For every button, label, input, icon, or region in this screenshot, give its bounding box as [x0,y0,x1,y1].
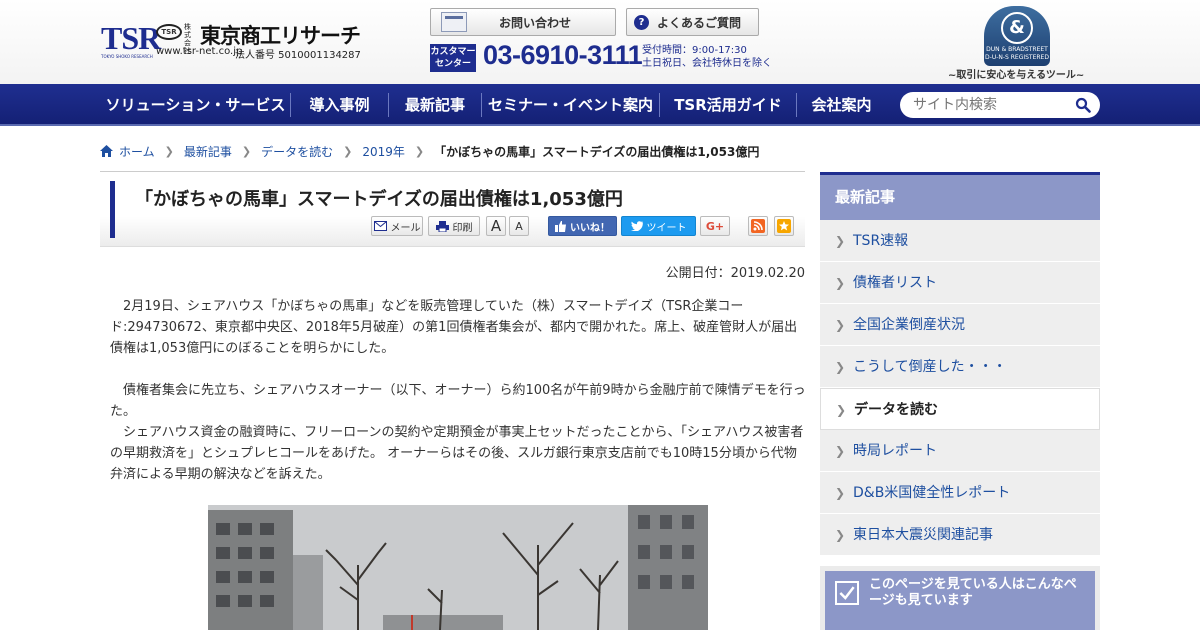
breadcrumb: ホーム ❯ 最新記事 ❯ データを読む ❯ 2019年 ❯ 「かぼちゃの馬車」ス… [100,143,759,159]
sidebar-item-data-reading[interactable]: ❯ データを読む [820,388,1100,430]
sidebar-item-label: こうして倒産した・・・ [853,359,1007,375]
title-accent-bar [110,181,115,238]
sidebar-item-bankruptcy-status[interactable]: ❯ 全国企業倒産状況 [820,304,1100,346]
sidebar-item-label: 債権者リスト [853,275,937,291]
article-paragraph: 2月19日、シェアハウス「かぼちゃの馬車」などを販売管理していた（株）スマートデ… [110,299,798,356]
mail-icon [373,221,387,231]
search-icon[interactable] [1075,97,1091,113]
printer-icon [435,220,449,232]
sidebar-item-label: D&B米国健全性レポート [853,485,1011,501]
nav-item-tsr-guide[interactable]: TSR活用ガイド [660,84,796,126]
sidebar-item-label: 全国企業倒産状況 [853,317,965,333]
sidebar-item-creditor-list[interactable]: ❯ 債権者リスト [820,262,1100,304]
breadcrumb-data-reading[interactable]: データを読む [261,143,333,160]
nav-item-company[interactable]: 会社案内 [797,84,886,126]
dnb-registered-badge[interactable]: & DUN & BRADSTREET D-U-N-S REGISTERED [984,6,1050,66]
chevron-right-icon: ❯ [835,234,846,248]
breadcrumb-year[interactable]: 2019年 [362,143,405,160]
sidebar-item-label: 時局レポート [853,443,937,459]
chevron-right-icon: ❯ [835,486,846,500]
sidebar-item-how-it-failed[interactable]: ❯ こうして倒産した・・・ [820,346,1100,388]
facebook-like-button[interactable]: いいね！ [548,216,617,236]
sidebar-heading: 最新記事 [820,172,1100,220]
contact-button[interactable]: お問い合わせ [430,8,616,36]
chevron-right-icon: ❯ [835,444,846,458]
checkbox-icon [835,581,859,605]
sidebar-item-tsr-bulletin[interactable]: ❯ TSR速報 [820,220,1100,262]
chevron-right-icon: ❯ [835,360,846,374]
breadcrumb-latest-articles[interactable]: 最新記事 [184,143,232,160]
site-header: TSR TOKYO SHOKO RESEARCH TSR 株式会社 東京商工リサ… [0,0,1200,84]
hours-line-1: 受付時間：9:00-17:30 [642,45,747,56]
sidebar-item-label: 東日本大震災関連記事 [853,527,993,543]
thumbs-up-icon [555,220,566,232]
chevron-right-icon: ❯ [835,528,846,542]
google-plus-button[interactable]: G+ [700,216,730,236]
rss-button[interactable] [748,216,768,236]
faq-button-label: よくあるご質問 [657,15,742,30]
tweet-button[interactable]: ツイート [621,216,696,236]
font-size-small-button[interactable]: A [509,216,529,236]
hours-line-2: 土日祝日、会社特休日を除く [642,58,772,69]
tsr-logo-subtitle: TOKYO SHOKO RESEARCH [101,54,153,59]
site-search-input[interactable] [900,92,1100,118]
tsr-logo[interactable]: TSR [101,22,161,54]
tweet-button-label: ツイート [646,222,687,234]
customer-center-badge: カスタマーセンター [430,44,476,72]
star-icon [777,219,791,233]
article-photo [208,505,708,630]
breadcrumb-home[interactable]: ホーム [119,143,155,160]
nav-item-case-studies[interactable]: 導入事例 [291,84,388,126]
article-title: 「かぼちゃの馬車」スマートデイズの届出債権は1,053億円 [135,189,623,210]
dnb-tagline: ~取引に安心を与えるツール~ [948,70,1085,81]
home-icon [100,145,113,157]
faq-button[interactable]: ? よくあるご質問 [626,8,759,36]
site-url: www.tsr-net.co.jp [156,46,243,57]
article-title-box: 「かぼちゃの馬車」スマートデイズの届出債権は1,053億円 メール 印刷 A A… [100,171,805,247]
sidebar-item-dnb-report[interactable]: ❯ D&B米国健全性レポート [820,472,1100,514]
related-pages-header: このページを見ている人はこんなページも見ています [825,571,1095,630]
chevron-right-icon: ❯ [835,318,846,332]
print-button-label: 印刷 [452,222,473,234]
chevron-right-icon: ❯ [164,144,174,158]
chevron-right-icon: ❯ [343,144,353,158]
article-paragraph: シェアハウス資金の融資時に、フリーローンの契約や定期預金が事実上セットだったこと… [110,425,804,482]
rss-icon [751,219,765,233]
breadcrumb-current: 「かぼちゃの馬車」スマートデイズの届出債権は1,053億円 [434,144,760,159]
corporate-number: 法人番号 5010001134287 [235,50,361,61]
nav-item-solutions[interactable]: ソリューション・サービス [101,84,290,126]
font-size-large-button[interactable]: A [486,216,506,236]
chevron-right-icon: ❯ [836,403,847,417]
mail-button-label: メール [390,222,421,234]
contact-form-icon [441,12,467,32]
question-icon: ? [634,15,649,30]
twitter-bird-icon [630,221,643,231]
chevron-right-icon: ❯ [835,276,846,290]
global-nav: ソリューション・サービス 導入事例 最新記事 セミナー・イベント案内 TSR活用… [0,84,1200,126]
article-paragraph: 債権者集会に先立ち、シェアハウスオーナー（以下、オーナー）ら約100名が午前9時… [110,383,806,419]
sidebar-item-label: TSR速報 [853,233,909,249]
dnb-badge-text: DUN & BRADSTREET D-U-N-S REGISTERED [985,46,1049,61]
mail-button[interactable]: メール [371,216,423,236]
like-button-label: いいね！ [570,222,610,234]
contact-button-label: お問い合わせ [499,15,572,30]
related-pages-box: このページを見ている人はこんなページも見ています [820,566,1100,630]
dnb-ampersand-icon: & [1001,12,1033,44]
chevron-right-icon: ❯ [241,144,252,158]
favorite-button[interactable] [774,216,794,236]
street-scene-image [208,505,708,630]
sidebar-item-label: データを読む [854,402,938,418]
publish-date: 公開日付：2019.02.20 [665,266,805,281]
nav-item-seminars[interactable]: セミナー・イベント案内 [482,84,659,126]
print-button[interactable]: 印刷 [428,216,480,236]
chevron-right-icon: ❯ [414,144,425,158]
company-mark-icon: TSR [156,24,182,40]
sidebar-item-earthquake[interactable]: ❯ 東日本大震災関連記事 [820,514,1100,556]
sidebar-item-current-report[interactable]: ❯ 時局レポート [820,430,1100,472]
related-pages-title: このページを見ている人はこんなページも見ています [869,577,1077,608]
business-hours: 受付時間：9:00-17:30 土日祝日、会社特休日を除く [642,44,772,70]
nav-item-latest-articles[interactable]: 最新記事 [389,84,481,126]
phone-number[interactable]: 03-6910-3111 [483,40,643,71]
